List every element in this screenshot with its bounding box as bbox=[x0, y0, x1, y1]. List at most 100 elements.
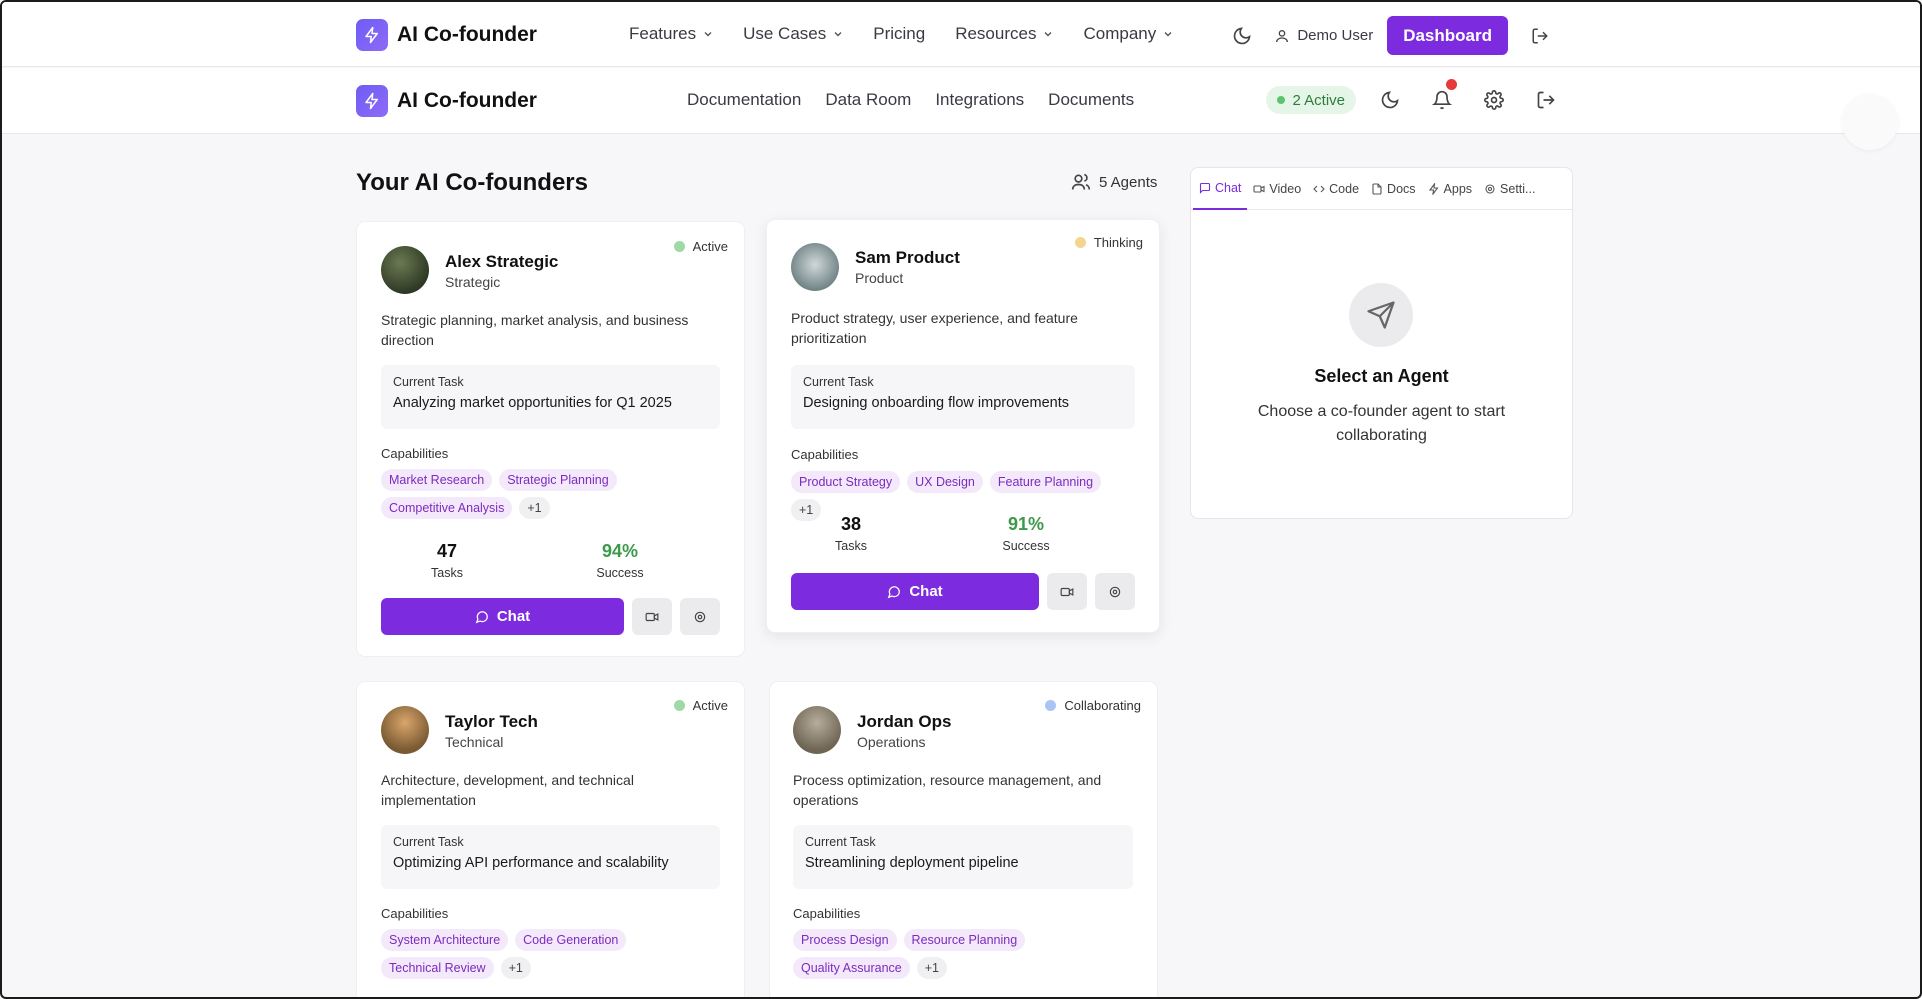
nav-data-room[interactable]: Data Room bbox=[825, 90, 911, 110]
agent-card-jordan[interactable]: Jordan Ops Operations Collaborating Proc… bbox=[769, 681, 1158, 997]
dashboard-button[interactable]: Dashboard bbox=[1387, 16, 1508, 55]
more-capabilities-chip[interactable]: +1 bbox=[519, 497, 550, 519]
theme-toggle-button[interactable] bbox=[1224, 18, 1260, 54]
menu-pricing[interactable]: Pricing bbox=[873, 24, 925, 44]
tab-settings[interactable]: Setti... bbox=[1478, 168, 1541, 210]
settings-button[interactable] bbox=[1476, 82, 1512, 118]
tasks-value: 38 bbox=[840, 514, 862, 534]
avatar bbox=[381, 246, 429, 294]
message-icon bbox=[887, 585, 901, 598]
video-button[interactable] bbox=[632, 598, 672, 635]
agent-name: Taylor Tech bbox=[445, 712, 538, 731]
agent-settings-button[interactable] bbox=[680, 598, 720, 635]
active-status-badge: 2 Active bbox=[1266, 86, 1356, 114]
current-task-value: Designing onboarding flow improvements bbox=[803, 395, 1069, 411]
tab-chat[interactable]: Chat bbox=[1193, 168, 1248, 210]
status-dot bbox=[673, 241, 685, 252]
video-button[interactable] bbox=[1047, 573, 1087, 610]
menu-features[interactable]: Features bbox=[629, 24, 713, 44]
menu-label: Company bbox=[1083, 24, 1157, 43]
current-task: Current Task Optimizing API performance … bbox=[381, 825, 720, 889]
agent-description: Product strategy, user experience, and f… bbox=[791, 310, 1078, 346]
status-text: Collaborating bbox=[1064, 698, 1141, 713]
chevron-down-icon bbox=[704, 32, 712, 37]
brand[interactable]: AI Co-founder bbox=[356, 19, 537, 51]
nav-documentation[interactable]: Documentation bbox=[687, 90, 801, 110]
bolt-icon bbox=[1428, 183, 1439, 195]
success-label: Success bbox=[1002, 539, 1050, 553]
nav-integrations[interactable]: Integrations bbox=[935, 90, 1024, 110]
app-menu: Documentation Data Room Integrations Doc… bbox=[687, 90, 1134, 110]
capability-chip: Strategic Planning bbox=[499, 469, 617, 491]
chat-label: Chat bbox=[909, 583, 943, 600]
menu-label: Resources bbox=[955, 24, 1037, 43]
status-badge: Collaborating bbox=[1045, 698, 1141, 713]
logout-icon bbox=[1537, 91, 1555, 109]
menu-resources[interactable]: Resources bbox=[955, 24, 1053, 44]
success-stat: 91% Success bbox=[976, 514, 1076, 553]
status-badge: Thinking bbox=[1074, 235, 1143, 250]
tasks-label: Tasks bbox=[431, 566, 463, 580]
current-task: Current Task Analyzing market opportunit… bbox=[381, 365, 720, 429]
menu-use-cases[interactable]: Use Cases bbox=[743, 24, 843, 44]
capabilities-label: Capabilities bbox=[381, 446, 449, 461]
more-capabilities-chip[interactable]: +1 bbox=[500, 957, 531, 979]
agent-card-alex[interactable]: Alex Strategic Strategic Active Strategi… bbox=[356, 221, 745, 657]
chevron-down-icon bbox=[1044, 32, 1052, 37]
agent-workspace-panel: Chat Video Code Docs Apps Setti... Selec… bbox=[1190, 167, 1573, 519]
tab-docs[interactable]: Docs bbox=[1365, 168, 1421, 210]
page-title: Your AI Co-founders bbox=[356, 169, 588, 196]
floating-widget[interactable] bbox=[1842, 94, 1898, 150]
file-icon bbox=[1372, 183, 1382, 195]
theme-toggle-button[interactable] bbox=[1372, 82, 1408, 118]
empty-state-title: Select an Agent bbox=[1314, 366, 1449, 386]
status-dot bbox=[1277, 96, 1286, 104]
app-brand[interactable]: AI Co-founder bbox=[356, 85, 537, 117]
menu-label: Use Cases bbox=[743, 24, 827, 43]
menu-company[interactable]: Company bbox=[1083, 24, 1173, 44]
chat-button[interactable]: Chat bbox=[381, 598, 624, 635]
agent-card-taylor[interactable]: Taylor Tech Technical Active Architectur… bbox=[356, 681, 745, 997]
tab-video[interactable]: Video bbox=[1247, 168, 1307, 210]
agents-count: 5 Agents bbox=[1071, 172, 1157, 192]
logout-button[interactable] bbox=[1528, 82, 1564, 118]
bolt-logo-icon bbox=[356, 19, 388, 51]
status-dot bbox=[673, 700, 685, 711]
more-capabilities-chip[interactable]: +1 bbox=[916, 957, 948, 979]
tab-label: Apps bbox=[1443, 182, 1473, 196]
app-window: AI Co-founder Features Use Cases Pricing… bbox=[0, 0, 1922, 999]
agent-name: Jordan Ops bbox=[857, 712, 952, 731]
app-brand-name: AI Co-founder bbox=[397, 89, 537, 112]
chevron-down-icon bbox=[834, 32, 842, 37]
logout-button[interactable] bbox=[1522, 18, 1558, 54]
current-task-value: Optimizing API performance and scalabili… bbox=[393, 855, 669, 871]
gear-icon bbox=[1109, 586, 1121, 597]
tab-label: Video bbox=[1269, 182, 1302, 196]
capabilities-label: Capabilities bbox=[791, 447, 859, 462]
agent-card-sam[interactable]: Sam Product Product Thinking Product str… bbox=[766, 219, 1160, 633]
message-icon bbox=[1199, 182, 1211, 194]
capability-chip: Code Generation bbox=[515, 929, 627, 951]
user-menu[interactable]: Demo User bbox=[1274, 27, 1373, 44]
status-badge: Active bbox=[673, 239, 728, 254]
top-right-controls: Demo User Dashboard bbox=[1224, 16, 1558, 55]
agent-description: Process optimization, resource managemen… bbox=[793, 772, 1102, 808]
capability-chip: Competitive Analysis bbox=[381, 497, 513, 519]
capability-chip: Technical Review bbox=[381, 957, 494, 979]
tasks-label: Tasks bbox=[835, 539, 867, 553]
avatar bbox=[791, 243, 839, 291]
tab-label: Setti... bbox=[1500, 182, 1536, 196]
tab-code[interactable]: Code bbox=[1307, 168, 1365, 210]
capabilities-label: Capabilities bbox=[381, 906, 449, 921]
tab-apps[interactable]: Apps bbox=[1422, 168, 1479, 210]
agent-settings-button[interactable] bbox=[1095, 573, 1135, 610]
notifications-button[interactable] bbox=[1424, 79, 1460, 118]
current-task: Current Task Designing onboarding flow i… bbox=[791, 365, 1135, 429]
app-right-controls: 2 Active bbox=[1266, 79, 1564, 118]
status-dot bbox=[1074, 237, 1086, 248]
nav-documents[interactable]: Documents bbox=[1048, 90, 1134, 110]
tab-label: Docs bbox=[1387, 182, 1416, 196]
success-label: Success bbox=[596, 566, 644, 580]
video-icon bbox=[645, 612, 659, 621]
chat-button[interactable]: Chat bbox=[791, 573, 1039, 610]
